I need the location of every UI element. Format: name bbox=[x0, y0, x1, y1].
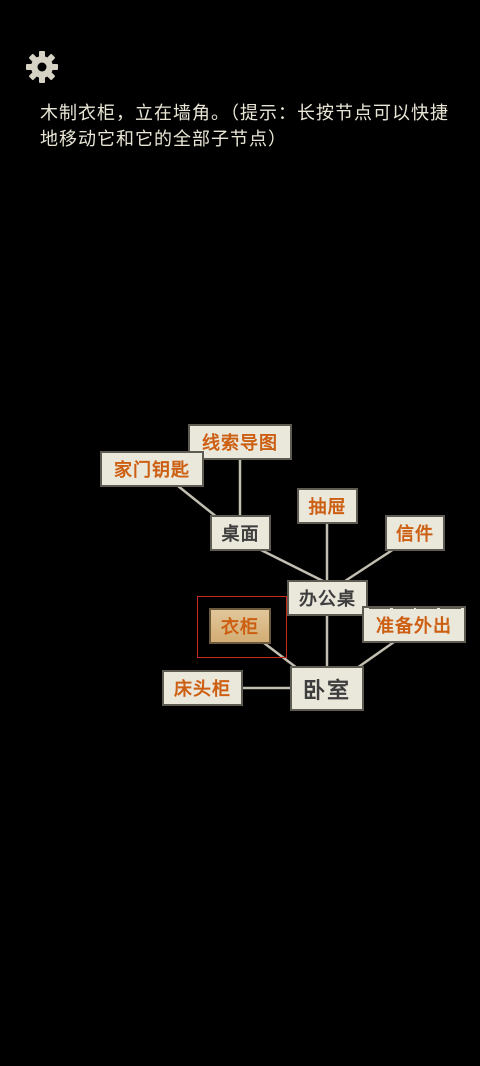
node-desktop[interactable]: 桌面 bbox=[210, 515, 271, 551]
link-desk-desktop bbox=[256, 546, 328, 585]
node-drawer[interactable]: 抽屉 bbox=[297, 488, 358, 524]
node-house-key[interactable]: 家门钥匙 bbox=[100, 451, 204, 487]
link-desktop-key bbox=[177, 485, 219, 519]
link-desk-letter bbox=[341, 545, 398, 585]
link-bedroom-prepare bbox=[356, 640, 395, 670]
node-desk[interactable]: 办公桌 bbox=[287, 580, 368, 616]
node-bedroom[interactable]: 卧室 bbox=[290, 666, 364, 711]
selection-outline bbox=[197, 596, 287, 658]
node-nightstand[interactable]: 床头柜 bbox=[162, 670, 243, 706]
node-progress-dashes bbox=[369, 606, 461, 609]
node-letter[interactable]: 信件 bbox=[385, 515, 445, 551]
node-prepare-out[interactable]: 准备外出 bbox=[362, 606, 466, 643]
